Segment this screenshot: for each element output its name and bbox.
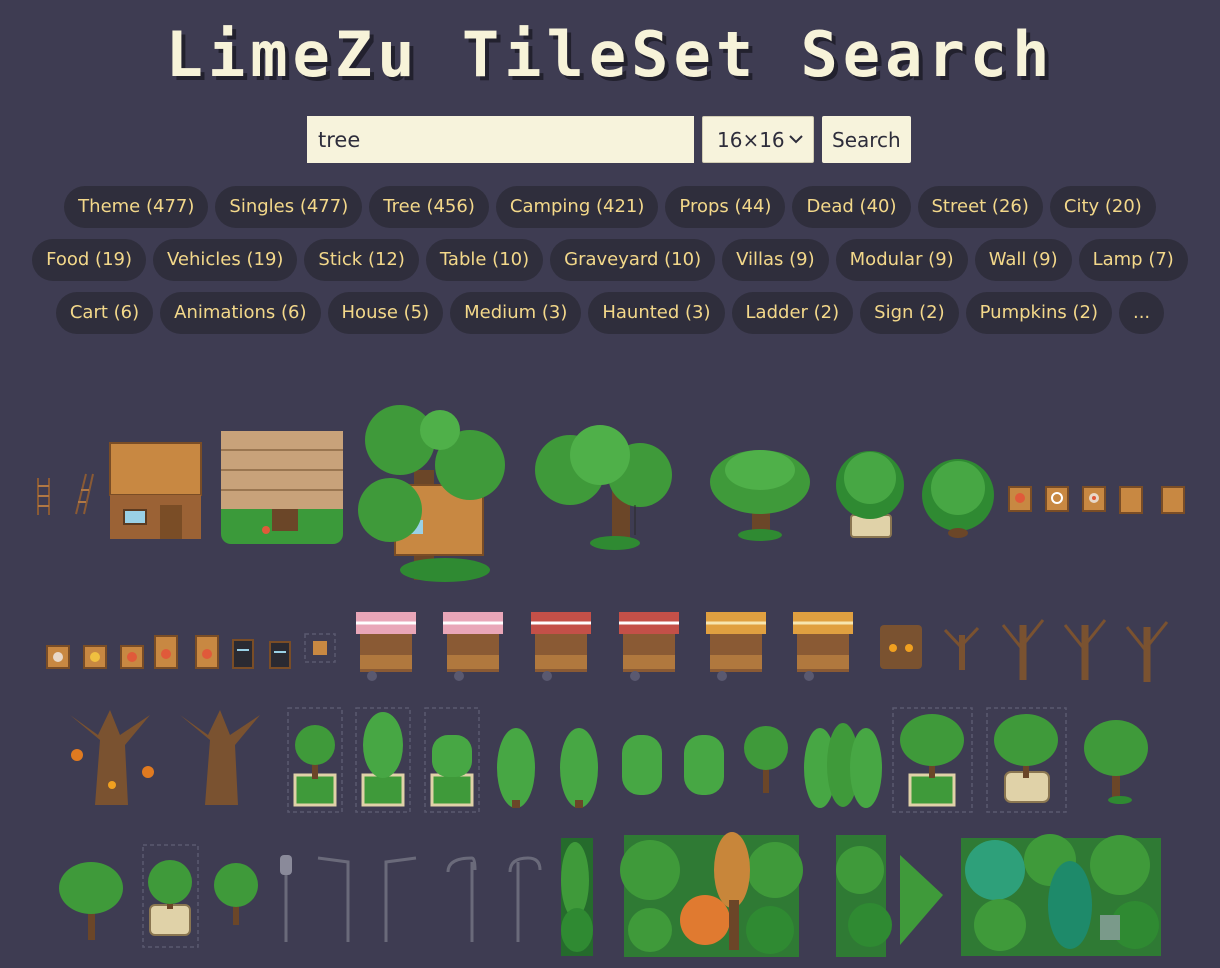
- tile-results-grid: [37, 405, 1185, 957]
- tile-tree-planter-3[interactable]: [142, 844, 199, 948]
- tile-round-shrub-2[interactable]: [684, 735, 724, 795]
- tile-ladder[interactable]: [37, 478, 50, 515]
- tile-haunted-tree[interactable]: [180, 710, 260, 805]
- tile-tree-grass[interactable]: [1084, 720, 1148, 804]
- tile-crate-tiny[interactable]: [304, 633, 336, 663]
- tile-round-bush-planter[interactable]: [836, 451, 904, 538]
- tile-street-lamp-double-1[interactable]: [446, 856, 477, 942]
- tile-bush-planter[interactable]: [424, 707, 480, 813]
- tile-small-tree[interactable]: [744, 726, 788, 793]
- tile-forest-piece[interactable]: [836, 835, 892, 957]
- tile-round-bush[interactable]: [922, 459, 994, 538]
- tile-cone-tree-planter[interactable]: [355, 707, 411, 813]
- tile-dead-tree-3[interactable]: [1125, 621, 1169, 682]
- tile-ladder-leaning[interactable]: [75, 473, 94, 515]
- tile-cypress-row[interactable]: [804, 723, 882, 808]
- tile-sign-food[interactable]: [1008, 486, 1032, 512]
- tile-stall-orange[interactable]: [706, 612, 766, 681]
- tile-tree-1[interactable]: [59, 862, 123, 940]
- tile-dead-tree-small[interactable]: [943, 626, 980, 670]
- tile-treehouse[interactable]: [358, 405, 505, 582]
- tile-haunted-stump[interactable]: [880, 625, 922, 669]
- tile-sign-5[interactable]: [195, 635, 219, 669]
- tile-forest-piece-2[interactable]: [900, 855, 943, 945]
- tile-stall-pink[interactable]: [356, 612, 416, 681]
- tile-sign-3[interactable]: [120, 645, 144, 669]
- tile-wooden-cabin[interactable]: [109, 442, 202, 539]
- tile-street-lamp-double-2[interactable]: [508, 856, 542, 942]
- tile-tree-2[interactable]: [214, 863, 258, 925]
- tile-tree-planter-2[interactable]: [892, 707, 973, 813]
- tile-menu-board-1[interactable]: [232, 639, 254, 669]
- tile-sign-ring[interactable]: [1045, 486, 1069, 512]
- tile-round-shrub-1[interactable]: [622, 735, 662, 795]
- tile-dense-forest[interactable]: [961, 834, 1161, 956]
- tile-dead-tree-1[interactable]: [1001, 619, 1045, 680]
- tile-menu-board-2[interactable]: [269, 641, 291, 669]
- tile-autumn-forest[interactable]: [620, 832, 803, 957]
- tile-stall-orange-2[interactable]: [793, 612, 853, 681]
- tile-log-roof-platform[interactable]: [221, 431, 343, 544]
- tile-haunted-tree-pumpkins[interactable]: [70, 710, 154, 805]
- tile-stall-red[interactable]: [531, 612, 591, 681]
- tile-stall-red-2[interactable]: [619, 612, 679, 681]
- tile-wide-oak[interactable]: [710, 450, 810, 541]
- tile-large-oak-with-swing[interactable]: [535, 425, 672, 550]
- tile-crate-small-2[interactable]: [1161, 486, 1185, 514]
- tile-crate-small[interactable]: [1119, 486, 1143, 514]
- tile-tree-pot[interactable]: [986, 707, 1067, 813]
- tile-sign-1[interactable]: [46, 645, 70, 669]
- tile-street-lamp-2[interactable]: [384, 856, 417, 942]
- tile-stall-pink-2[interactable]: [443, 612, 503, 681]
- tile-street-lamp-1[interactable]: [317, 856, 350, 942]
- tile-forest-edge[interactable]: [561, 838, 593, 956]
- tile-cone-tree-2[interactable]: [560, 728, 598, 808]
- tile-sign-4[interactable]: [154, 635, 178, 669]
- tile-sign-2[interactable]: [83, 645, 107, 669]
- tile-sign-target[interactable]: [1082, 486, 1106, 512]
- tile-cone-tree-1[interactable]: [497, 728, 535, 808]
- tile-dead-tree-2[interactable]: [1063, 619, 1107, 680]
- tile-tree-planter[interactable]: [287, 707, 343, 813]
- tile-lamp-post[interactable]: [280, 855, 292, 942]
